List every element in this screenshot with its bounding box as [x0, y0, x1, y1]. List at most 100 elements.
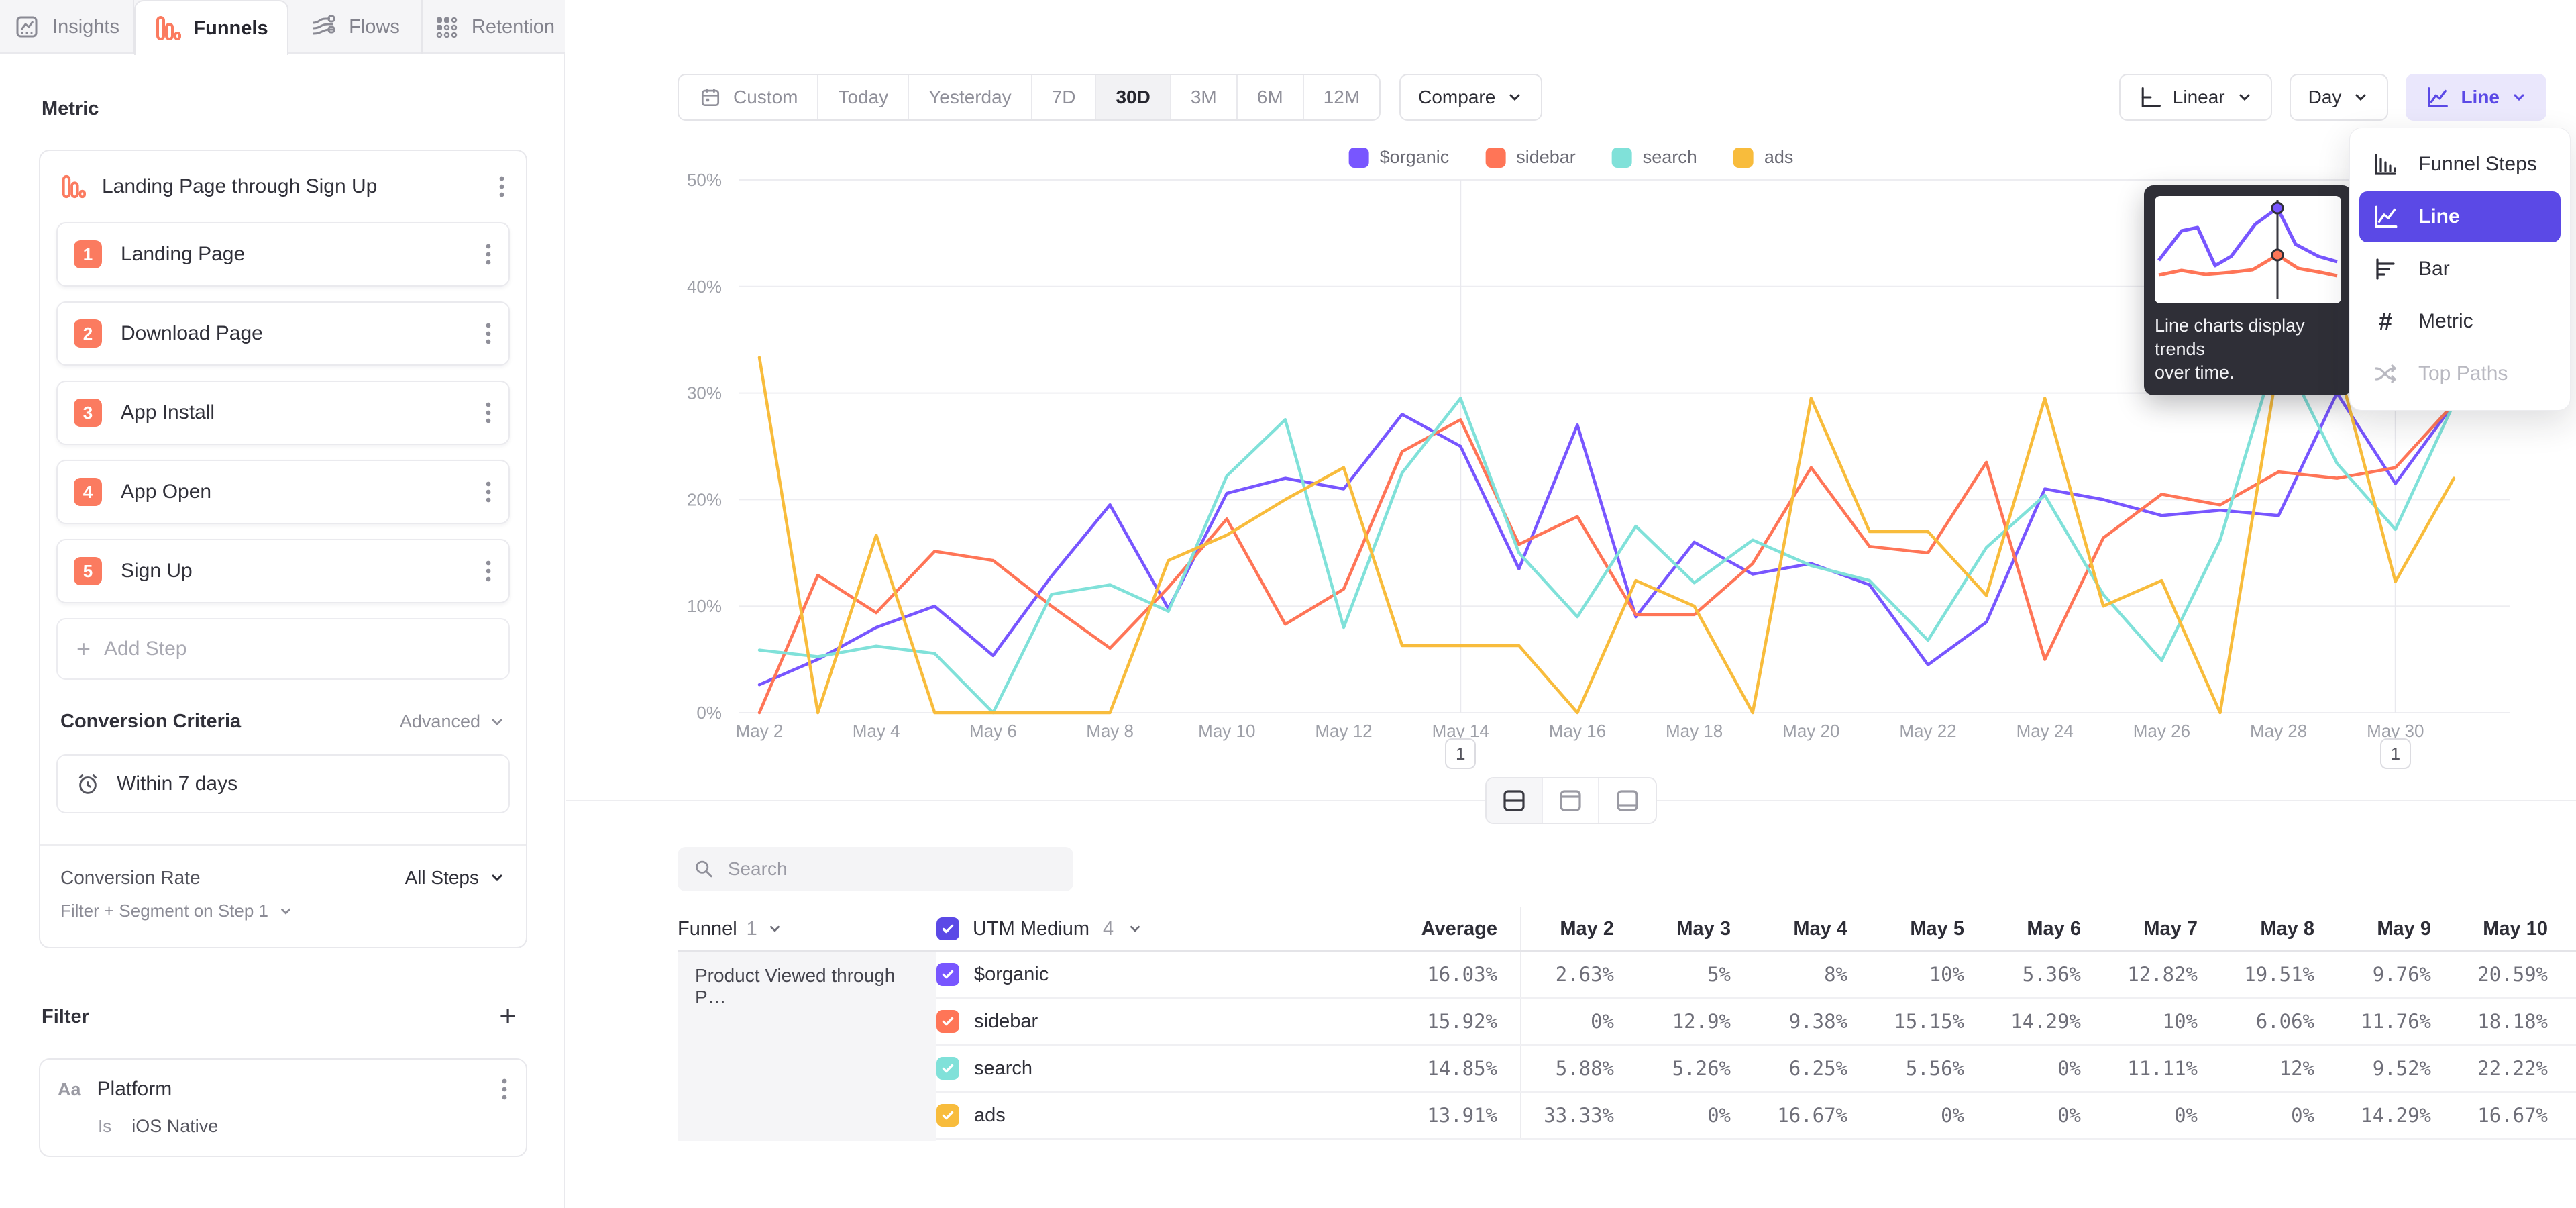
kebab-icon[interactable] — [484, 479, 492, 505]
table-only-toggle[interactable] — [1599, 778, 1656, 823]
search-input[interactable] — [728, 858, 1057, 880]
split-view-toggle[interactable] — [1487, 778, 1543, 823]
kebab-icon[interactable] — [484, 320, 492, 347]
funnel-step-row[interactable]: 1 Landing Page — [56, 222, 510, 287]
tab-funnels[interactable]: Funnels — [134, 0, 288, 55]
filter-property-name: Platform — [97, 1078, 484, 1101]
table-row[interactable]: $organic 16.03% 2.63%5%8%10%5.36%12.82%1… — [936, 952, 2576, 999]
table-value-cell: 16.67% — [1754, 1093, 1870, 1138]
date-range-7d[interactable]: 7D — [1032, 75, 1097, 119]
legend-label: $organic — [1380, 147, 1450, 168]
table-value-cell: 0% — [1637, 1093, 1754, 1138]
legend-item[interactable]: $organic — [1349, 147, 1450, 168]
conversion-window-button[interactable]: Within 7 days — [56, 754, 510, 813]
kebab-icon[interactable] — [500, 1076, 508, 1103]
table-value-cell: 5.36% — [1987, 952, 2104, 997]
table-value-cell: 12.9% — [1637, 999, 1754, 1044]
kebab-icon[interactable] — [484, 241, 492, 268]
svg-text:May 16: May 16 — [1549, 721, 1606, 741]
clock-icon — [75, 771, 101, 797]
filter-property-row[interactable]: Aa Platform — [58, 1076, 508, 1103]
date-column-header[interactable]: May 6 — [1987, 907, 2104, 950]
table-value-cell: 9.52% — [2337, 1046, 2454, 1091]
funnel-step-row[interactable]: 3 App Install — [56, 381, 510, 445]
filter-operator[interactable]: Is — [98, 1116, 111, 1137]
plus-icon: + — [76, 635, 91, 663]
date-column-header[interactable]: May 2 — [1520, 907, 1637, 950]
legend-item[interactable]: sidebar — [1485, 147, 1576, 168]
funnel-column-header[interactable]: Funnel 1 — [678, 918, 936, 940]
chart-type-menu: Funnel Steps Line Bar # Metric Top Paths — [2349, 128, 2571, 411]
table-row[interactable]: sidebar 15.92% 0%12.9%9.38%15.15%14.29%1… — [936, 999, 2576, 1046]
add-filter-button[interactable]: + — [499, 1002, 517, 1031]
compare-button[interactable]: Compare — [1399, 74, 1542, 121]
menu-item-funnel-steps[interactable]: Funnel Steps — [2359, 139, 2561, 190]
menu-item-bar[interactable]: Bar — [2359, 244, 2561, 295]
tab-insights[interactable]: Insights — [0, 0, 134, 54]
funnel-card-header[interactable]: Landing Page through Sign Up — [56, 151, 510, 222]
tab-retention[interactable]: Retention — [423, 0, 565, 54]
date-range-3m[interactable]: 3M — [1171, 75, 1238, 119]
table-value-cell: 33.33% — [1520, 1093, 1637, 1138]
svg-text:50%: 50% — [687, 170, 722, 190]
select-all-checkbox[interactable] — [936, 917, 959, 940]
date-range-30d[interactable]: 30D — [1096, 75, 1171, 119]
row-checkbox[interactable] — [936, 1057, 959, 1080]
date-column-header[interactable]: May 7 — [2104, 907, 2220, 950]
date-range-12m[interactable]: 12M — [1304, 75, 1379, 119]
date-range-6m[interactable]: 6M — [1238, 75, 1304, 119]
row-checkbox[interactable] — [936, 1010, 959, 1033]
menu-item-top-paths[interactable]: Top Paths — [2359, 348, 2561, 399]
table-value-cell: 0% — [2104, 1093, 2220, 1138]
date-range-custom[interactable]: Custom — [679, 75, 818, 119]
kebab-icon[interactable] — [498, 173, 506, 200]
legend-label: sidebar — [1516, 147, 1576, 168]
step-number-badge: 5 — [74, 557, 102, 585]
date-range-today[interactable]: Today — [818, 75, 909, 119]
row-average: 13.91% — [1272, 1093, 1520, 1138]
date-column-header[interactable]: May 4 — [1754, 907, 1870, 950]
table-row[interactable]: search 14.85% 5.88%5.26%6.25%5.56%0%11.1… — [936, 1046, 2576, 1093]
funnel-step-row[interactable]: 4 App Open — [56, 460, 510, 524]
filter-heading: Filter — [42, 1006, 89, 1028]
annotation-badge[interactable]: 1 — [1445, 738, 1476, 769]
table-body: Product Viewed through P… $organic 16.03… — [678, 952, 2576, 1141]
table-header-row: Funnel 1 UTM Medium 4 Average May 2May 3… — [678, 907, 2576, 952]
date-column-header[interactable]: May 9 — [2337, 907, 2454, 950]
legend-item[interactable]: ads — [1733, 147, 1794, 168]
annotation-badge[interactable]: 1 — [2380, 738, 2411, 769]
svg-text:May 8: May 8 — [1086, 721, 1134, 741]
table-row[interactable]: ads 13.91% 33.33%0%16.67%0%0%0%0%14.29%1… — [936, 1093, 2576, 1140]
row-checkbox[interactable] — [936, 963, 959, 986]
funnel-step-row[interactable]: 2 Download Page — [56, 301, 510, 366]
breakdown-column-header[interactable]: UTM Medium 4 — [936, 917, 1272, 940]
filter-segment-dropdown[interactable]: Filter + Segment on Step 1 — [60, 901, 506, 921]
scale-dropdown[interactable]: Linear — [2119, 74, 2272, 121]
add-step-button[interactable]: + Add Step — [56, 618, 510, 680]
chevron-down-icon — [278, 903, 294, 919]
funnel-title: Landing Page through Sign Up — [102, 175, 482, 198]
all-steps-dropdown[interactable]: All Steps — [405, 867, 506, 889]
kebab-icon[interactable] — [484, 558, 492, 585]
kebab-icon[interactable] — [484, 399, 492, 426]
split-view-icon — [1500, 787, 1528, 815]
chart-type-dropdown[interactable]: Line — [2406, 74, 2546, 121]
date-range-yesterday[interactable]: Yesterday — [909, 75, 1032, 119]
funnel-step-row[interactable]: 5 Sign Up — [56, 539, 510, 603]
date-column-header[interactable]: May 10 — [2454, 907, 2571, 950]
funnel-cell[interactable]: Product Viewed through P… — [678, 952, 936, 1141]
average-column-header[interactable]: Average — [1272, 918, 1520, 940]
filter-value[interactable]: iOS Native — [131, 1116, 218, 1137]
legend-item[interactable]: search — [1612, 147, 1697, 168]
menu-item-line[interactable]: Line — [2359, 191, 2561, 242]
date-column-header[interactable]: May 8 — [2220, 907, 2337, 950]
date-column-header[interactable]: May 5 — [1870, 907, 1987, 950]
chart-only-toggle[interactable] — [1543, 778, 1599, 823]
menu-item-metric[interactable]: # Metric — [2359, 296, 2561, 347]
tab-flows[interactable]: Flows — [288, 0, 423, 54]
advanced-dropdown[interactable]: Advanced — [400, 711, 506, 732]
row-checkbox[interactable] — [936, 1104, 959, 1127]
chevron-down-icon — [488, 713, 506, 731]
date-column-header[interactable]: May 3 — [1637, 907, 1754, 950]
interval-dropdown[interactable]: Day — [2290, 74, 2389, 121]
